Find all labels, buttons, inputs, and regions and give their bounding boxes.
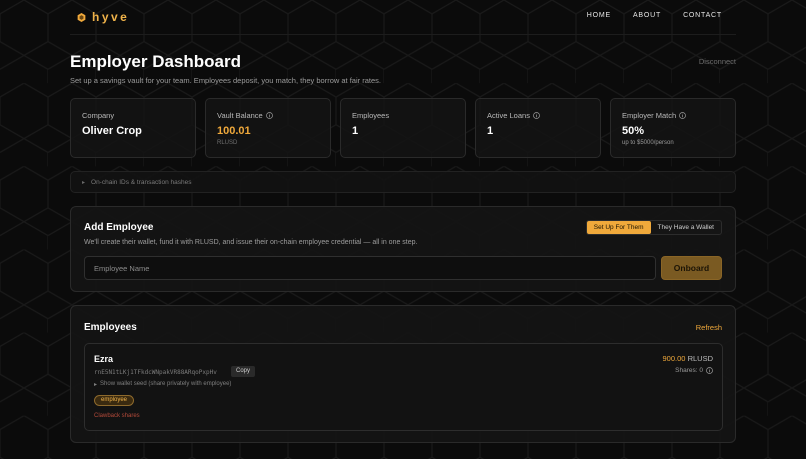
nav-links: HOME ABOUT CONTACT — [587, 12, 722, 19]
info-circle-icon[interactable] — [533, 112, 540, 119]
wallet-address: rnE5N1tLKj1TFkdcWNpakVR88ARqoPxpHv — [94, 369, 217, 376]
page-subtitle: Set up a savings vault for your team. Em… — [70, 76, 381, 85]
employee-shares: Shares: 0 — [675, 367, 713, 374]
clawback-shares-link[interactable]: Clawback shares — [94, 413, 140, 419]
stat-card-employees: Employees 1 — [340, 98, 466, 158]
info-circle-icon[interactable] — [265, 112, 273, 119]
stat-card-company: Company Oliver Crop — [70, 98, 196, 158]
stat-value: 50% — [622, 125, 645, 137]
nav-divider — [70, 34, 736, 35]
nav-link-home[interactable]: HOME — [587, 12, 611, 19]
show-seed-toggle[interactable]: ▸ Show wallet seed (share privately with… — [94, 381, 231, 388]
setup-mode-toggle: Set Up For Them They Have a Wallet — [585, 220, 722, 235]
disconnect-button[interactable]: Disconnect — [699, 57, 736, 66]
nav-link-about[interactable]: ABOUT — [633, 12, 661, 19]
stat-label: Employees — [352, 111, 454, 120]
stat-sub: up to $5000/person — [622, 140, 674, 146]
stat-sub: RLUSD — [217, 140, 238, 146]
stat-label-text: Vault Balance — [217, 111, 263, 120]
stat-label: Employer Match — [622, 111, 724, 120]
onchain-details-label: On-chain IDs & transaction hashes — [91, 178, 192, 186]
refresh-button[interactable]: Refresh — [696, 323, 722, 332]
stat-label-text: Company — [82, 111, 115, 120]
stat-value: 1 — [352, 125, 359, 137]
stat-label: Active Loans — [487, 111, 589, 120]
stat-value: 1 — [487, 125, 494, 137]
stat-card-employer-match: Employer Match 50% up to $5000/person — [610, 98, 736, 158]
hexagon-logo-icon — [77, 12, 86, 22]
top-nav: hyve HOME ABOUT CONTACT — [0, 0, 806, 35]
stat-label: Company — [82, 111, 184, 120]
toggle-they-have-a-wallet[interactable]: They Have a Wallet — [651, 221, 721, 234]
toggle-set-up-for-them[interactable]: Set Up For Them — [586, 221, 651, 234]
stat-label-text: Active Loans — [487, 111, 530, 120]
chevron-right-icon: ▸ — [82, 179, 86, 186]
info-circle-icon[interactable] — [706, 367, 713, 374]
employee-name: Ezra — [94, 354, 114, 364]
page-title: Employer Dashboard — [70, 52, 241, 71]
balance-amount: 900.00 — [662, 354, 686, 363]
stat-label: Vault Balance — [217, 111, 319, 120]
copy-address-button[interactable]: Copy — [231, 366, 256, 377]
shares-label: Shares: 0 — [675, 367, 703, 374]
brand-name: hyve — [92, 10, 130, 24]
employees-title: Employees — [84, 322, 137, 333]
add-employee-card: Add Employee We'll create their wallet, … — [70, 206, 736, 292]
stat-label-text: Employees — [352, 111, 390, 120]
list-item: Ezra rnE5N1tLKj1TFkdcWNpakVR88ARqoPxpHv … — [84, 343, 723, 431]
employee-name-input[interactable] — [84, 256, 656, 280]
employees-card: Employees Refresh Ezra rnE5N1tLKj1TFkdcW… — [70, 305, 736, 443]
brand-logo[interactable]: hyve — [77, 10, 129, 24]
nav-link-contact[interactable]: CONTACT — [683, 12, 722, 19]
onboard-button[interactable]: Onboard — [661, 256, 722, 280]
onchain-details-toggle[interactable]: ▸ On-chain IDs & transaction hashes — [70, 171, 736, 193]
employee-balance: 900.00 RLUSD — [663, 354, 713, 363]
add-employee-title: Add Employee — [84, 222, 154, 233]
stat-label-text: Employer Match — [622, 111, 677, 120]
stats-row: Company Oliver Crop Vault Balance 100.01… — [70, 98, 736, 158]
stat-card-active-loans: Active Loans 1 — [475, 98, 601, 158]
stat-value: Oliver Crop — [82, 125, 142, 137]
triangle-right-icon: ▸ — [94, 382, 98, 388]
balance-unit: RLUSD — [687, 354, 713, 363]
add-employee-description: We'll create their wallet, fund it with … — [84, 239, 418, 246]
stat-card-vault-balance: Vault Balance 100.01 RLUSD — [205, 98, 331, 158]
role-badge: employee — [94, 395, 135, 406]
stat-value: 100.01 — [217, 125, 251, 137]
show-seed-label: Show wallet seed (share privately with e… — [100, 381, 232, 387]
info-circle-icon[interactable] — [679, 112, 687, 119]
